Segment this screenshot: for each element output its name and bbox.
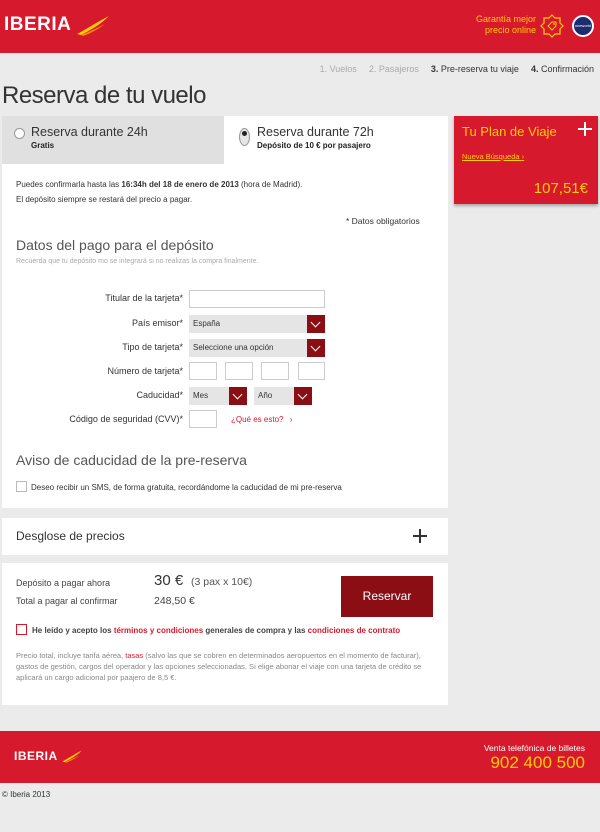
sms-checkbox[interactable] — [16, 481, 27, 492]
card-number-input-3[interactable] — [261, 362, 289, 380]
progress-steps: 1. Vuelos 2. Pasajeros 3. Pre-reserva tu… — [320, 64, 594, 74]
tab-72h[interactable] — [224, 116, 448, 164]
tab-24h-title: Reserva durante 24h — [31, 125, 148, 139]
card-number-input-2[interactable] — [225, 362, 253, 380]
expiry-label: Caducidad* — [136, 390, 183, 400]
guarantee-text-1: Garantía mejor — [475, 14, 536, 24]
deposit-note: El depósito siempre se restará del preci… — [16, 195, 193, 204]
required-note: * Datos obligatorios — [346, 216, 420, 226]
chevron-right-icon: › — [289, 415, 293, 424]
expiry-month-select[interactable]: Mes — [189, 387, 229, 405]
iberia-logo[interactable]: IBERIA — [4, 14, 111, 36]
copyright: © Iberia 2013 — [2, 790, 51, 799]
contract-conditions-link[interactable]: condiciones de contrato — [308, 626, 400, 635]
country-select[interactable]: España — [189, 315, 307, 333]
step-pasajeros: 2. Pasajeros — [368, 64, 419, 74]
iberia-wing-icon — [77, 16, 110, 36]
taxes-link[interactable]: tasas — [125, 651, 143, 660]
step-vuelos: 1. Vuelos — [319, 64, 357, 74]
reservar-button[interactable]: Reservar — [341, 576, 433, 617]
cvv-input[interactable] — [189, 410, 217, 428]
phone-label: Venta telefónica de billetes — [483, 743, 585, 753]
booking-panel — [2, 116, 448, 508]
sms-checkbox-label: Deseo recibir un SMS, de forma gratuita,… — [31, 483, 342, 492]
phone-number[interactable]: 902 400 500 — [490, 753, 585, 773]
tab-24h[interactable] — [2, 116, 224, 164]
terms-link[interactable]: términos y condiciones — [114, 626, 203, 635]
card-type-select[interactable]: Seleccione una opción — [189, 339, 307, 357]
radio-72h[interactable] — [239, 128, 250, 146]
radio-24h[interactable] — [14, 128, 25, 139]
cvv-help-link[interactable]: ¿Qué es esto? › — [231, 415, 292, 424]
fine-print: Precio total, incluye tarifa aérea, tasa… — [16, 651, 422, 682]
tab-72h-title: Reserva durante 72h — [257, 125, 374, 139]
tab-24h-sub: Gratis — [31, 141, 55, 150]
oneworld-logo: oneworld — [572, 15, 594, 37]
expiry-year-select[interactable]: Año — [254, 387, 294, 405]
chevron-right-icon: › — [521, 152, 525, 161]
year-chevron-down-icon[interactable] — [294, 387, 312, 405]
brand-name: IBERIA — [4, 14, 72, 35]
plan-price: 107,51€ — [533, 180, 588, 197]
payment-hint: Recuerda que tu depósito mo se integrará… — [16, 258, 259, 265]
card-number-input-4[interactable] — [298, 362, 325, 380]
guarantee-text-2: precio online — [484, 25, 536, 35]
new-search-link[interactable]: Nueva Búsqueda › — [462, 152, 524, 161]
total-label: Total a pagar al confirmar — [16, 596, 118, 606]
deposit-detail: (3 pax x 10€) — [191, 576, 253, 588]
cvv-label: Código de seguridad (CVV)* — [69, 414, 183, 424]
plan-title: Tu Plan de Viaje — [462, 124, 557, 139]
holder-label: Titular de la tarjeta* — [105, 293, 183, 303]
confirm-deadline: Puedes confirmarla hasta las 16:34h del … — [16, 180, 303, 189]
footer-brand-name: IBERIA — [14, 749, 58, 763]
card-number-input-1[interactable] — [189, 362, 217, 380]
card-type-chevron-down-icon[interactable] — [307, 339, 325, 357]
price-breakdown-section[interactable]: Desglose de precios — [2, 518, 448, 555]
deposit-value: 30 € — [154, 572, 184, 589]
footer-iberia-logo[interactable]: IBERIA — [14, 749, 83, 763]
expand-plus-icon[interactable] — [413, 529, 427, 543]
total-value: 248,50 € — [154, 595, 195, 607]
month-chevron-down-icon[interactable] — [229, 387, 247, 405]
tab-72h-sub: Depósito de 10 € por pasajero — [257, 141, 371, 150]
iberia-wing-icon — [61, 750, 82, 763]
country-chevron-down-icon[interactable] — [307, 315, 325, 333]
step-confirmacion: 4. Confirmación — [530, 64, 594, 74]
card-holder-input[interactable] — [189, 290, 325, 308]
country-label: País emisor* — [131, 318, 183, 328]
breakdown-label: Desglose de precios — [16, 529, 125, 543]
page-title: Reserva de tu vuelo — [2, 82, 206, 109]
step-prereserva: 3. Pre-reserva tu viaje — [430, 64, 519, 74]
card-type-label: Tipo de tarjeta* — [122, 342, 183, 352]
terms-checkbox[interactable] — [16, 624, 27, 635]
terms-label: He leído y acepto los términos y condici… — [32, 626, 401, 635]
deposit-label: Depósito a pagar ahora — [16, 578, 111, 588]
payment-heading: Datos del pago para el depósito — [16, 237, 214, 253]
card-number-label: Número de tarjeta* — [107, 366, 183, 376]
plus-icon[interactable] — [578, 122, 592, 136]
travel-plan-panel: Tu Plan de Viaje Nueva Búsqueda › 107,51… — [454, 116, 598, 204]
best-price-guarantee[interactable]: Garantía mejor precio online — [436, 14, 536, 36]
price-tag-icon — [540, 14, 564, 38]
expiry-notice-heading: Aviso de caducidad de la pre-reserva — [16, 452, 247, 468]
